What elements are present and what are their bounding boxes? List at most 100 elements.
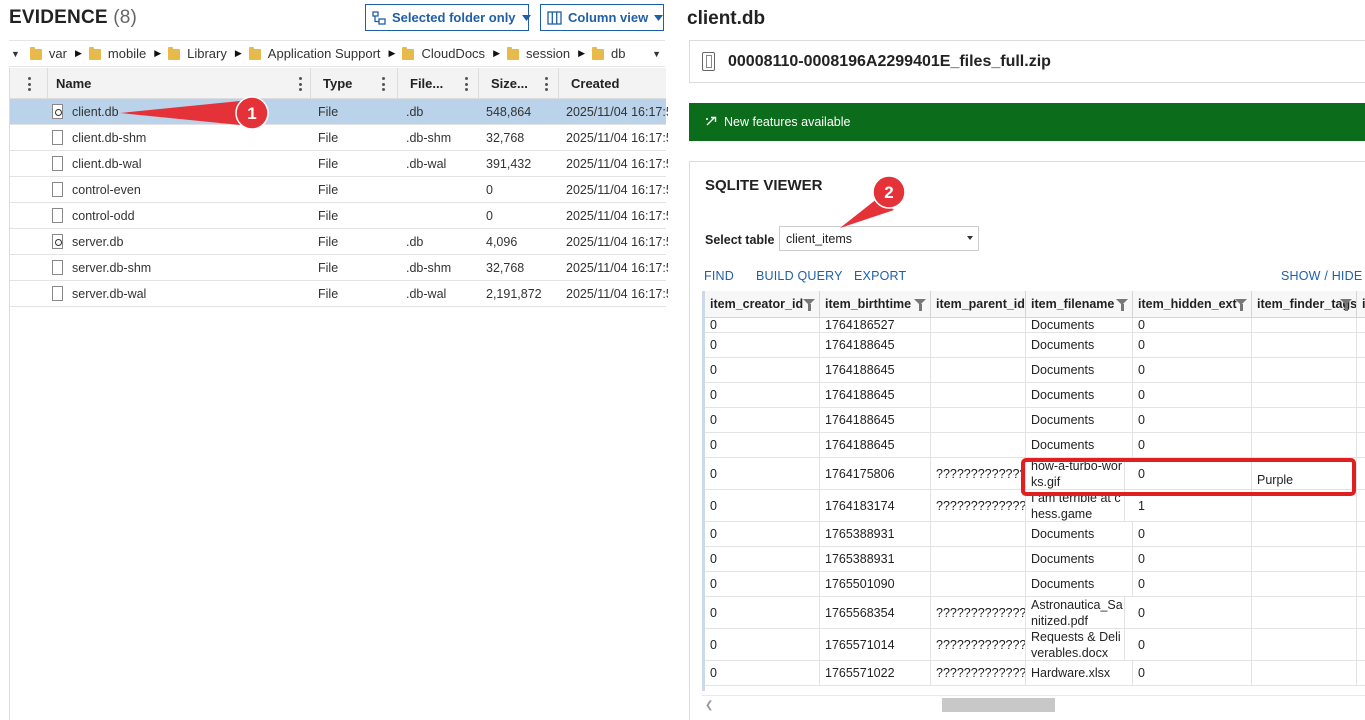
filter-icon[interactable] [803, 299, 815, 311]
grid-cell[interactable] [1252, 333, 1357, 357]
build-query-link[interactable]: BUILD QUERY [756, 269, 843, 283]
grid-cell-truncated[interactable] [1357, 358, 1365, 382]
filter-icon[interactable] [914, 299, 926, 311]
grid-cell[interactable]: Documents [1026, 358, 1133, 382]
grid-header-cell[interactable]: item_hidden_ext [1133, 291, 1252, 318]
grid-cell[interactable] [1252, 433, 1357, 457]
find-link[interactable]: FIND [704, 269, 734, 283]
grid-header-cell[interactable]: item_finder_tags [1252, 291, 1357, 318]
grid-cell[interactable]: 1764188645 [820, 408, 931, 432]
column-header-name[interactable]: Name [48, 68, 311, 99]
filter-icon[interactable] [1116, 299, 1128, 311]
file-row[interactable]: client.db File .db 548,864 2025/11/04 16:17:… [10, 99, 668, 125]
grid-cell[interactable]: Documents [1026, 433, 1133, 457]
grid-cell-truncated[interactable] [1357, 661, 1365, 685]
grid-cell-truncated[interactable] [1357, 318, 1365, 332]
grid-cell[interactable]: 1764188645 [820, 383, 931, 407]
grid-cell[interactable]: 0 [1133, 358, 1252, 382]
grid-cell[interactable]: 0 [705, 383, 820, 407]
column-header-created[interactable]: Created [559, 68, 666, 99]
scrollbar-thumb[interactable] [942, 698, 1055, 712]
grid-row[interactable]: 0 1764188645 Documents 0 [705, 408, 1365, 433]
file-row[interactable]: server.db-shm File .db-shm 32,768 2025/11/04… [10, 255, 668, 281]
breadcrumb-segment[interactable]: var [29, 46, 67, 61]
grid-cell[interactable]: 0 [1133, 629, 1252, 660]
more-vertical-icon[interactable] [27, 77, 31, 91]
grid-cell-truncated[interactable] [1357, 433, 1365, 457]
grid-cell-truncated[interactable] [1357, 458, 1365, 489]
grid-cell[interactable]: Documents [1026, 408, 1133, 432]
breadcrumb-more-icon[interactable]: ▼ [652, 49, 661, 59]
grid-cell[interactable]: 0 [1133, 547, 1252, 571]
grid-cell[interactable]: 0 [705, 318, 820, 332]
column-header-file-ext[interactable]: File... [398, 68, 479, 99]
breadcrumb-segment[interactable]: ▶ mobile [67, 46, 146, 61]
grid-row[interactable]: 01765571014????????????????Requests & De… [705, 629, 1365, 661]
grid-cell[interactable]: 1765388931 [820, 547, 931, 571]
grid-cell[interactable]: 1764183174 [820, 490, 931, 521]
grid-cell[interactable] [931, 358, 1026, 382]
grid-cell[interactable]: 0 [705, 522, 820, 546]
file-row[interactable]: control-odd File 0 2025/11/04 16:17:5 [10, 203, 668, 229]
grid-cell[interactable] [931, 572, 1026, 596]
file-row[interactable]: server.db File .db 4,096 2025/11/04 16:17:5 [10, 229, 668, 255]
grid-cell[interactable]: 0 [1133, 572, 1252, 596]
grid-cell[interactable]: 0 [705, 597, 820, 628]
grid-cell[interactable]: 0 [1133, 333, 1252, 357]
grid-cell[interactable]: 1764186527 [820, 318, 931, 332]
grid-cell[interactable]: 0 [705, 333, 820, 357]
filter-icon[interactable] [1340, 299, 1352, 311]
grid-cell[interactable]: Hardware.xlsx [1026, 661, 1133, 685]
grid-cell[interactable]: 0 [1133, 383, 1252, 407]
grid-cell-truncated[interactable] [1357, 383, 1365, 407]
grid-row[interactable]: 0 1764188645 Documents 0 [705, 333, 1365, 358]
new-features-banner[interactable]: New features available [689, 103, 1365, 141]
grid-cell[interactable]: 0 [705, 458, 820, 489]
grid-cell[interactable]: Documents [1026, 333, 1133, 357]
grid-cell[interactable] [931, 318, 1026, 332]
breadcrumb-segment[interactable]: ▶ Application Support [227, 46, 381, 61]
grid-cell[interactable]: ???????????????? [931, 458, 1026, 489]
grid-row[interactable]: 0 1765501090 Documents 0 [705, 572, 1365, 597]
export-link[interactable]: EXPORT [854, 269, 906, 283]
grid-cell[interactable] [1252, 572, 1357, 596]
grid-cell[interactable]: 1765568354 [820, 597, 931, 628]
grid-cell[interactable]: 1765501090 [820, 572, 931, 596]
grid-cell[interactable]: ???????????????? [931, 597, 1026, 628]
grid-header-cell[interactable]: i [1357, 291, 1365, 318]
grid-cell[interactable]: 0 [1133, 408, 1252, 432]
grid-header-cell[interactable]: item_birthtime [820, 291, 931, 318]
grid-row[interactable]: 0 1764186527 Documents 0 [705, 318, 1365, 333]
breadcrumb-expand-icon[interactable]: ▼ [11, 49, 20, 59]
grid-cell[interactable] [931, 333, 1026, 357]
grid-row[interactable]: 0 1765388931 Documents 0 [705, 522, 1365, 547]
grid-cell-truncated[interactable] [1357, 572, 1365, 596]
more-vertical-icon[interactable] [298, 77, 302, 91]
grid-header-cell[interactable]: item_creator_id [705, 291, 820, 318]
grid-cell[interactable]: Documents [1026, 572, 1133, 596]
grid-row[interactable]: 01765568354????????????????Astronautica_… [705, 597, 1365, 629]
file-row[interactable]: client.db-wal File .db-wal 391,432 2025/11/0… [10, 151, 668, 177]
grid-cell[interactable]: 0 [1133, 318, 1252, 332]
grid-cell[interactable]: 0 [1133, 597, 1252, 628]
more-vertical-icon[interactable] [381, 77, 385, 91]
grid-cell[interactable]: 0 [1133, 661, 1252, 685]
column-options-cell[interactable] [10, 68, 48, 99]
breadcrumb-segment[interactable]: ▶ CloudDocs [381, 46, 486, 61]
grid-cell[interactable] [1252, 383, 1357, 407]
grid-cell[interactable]: 1765388931 [820, 522, 931, 546]
grid-cell[interactable] [1252, 522, 1357, 546]
grid-cell[interactable] [931, 383, 1026, 407]
grid-cell[interactable]: 0 [705, 547, 820, 571]
column-header-size[interactable]: Size... [479, 68, 559, 99]
grid-cell[interactable]: Documents [1026, 383, 1133, 407]
grid-cell-truncated[interactable] [1357, 547, 1365, 571]
grid-cell[interactable] [1252, 358, 1357, 382]
grid-cell[interactable] [1252, 597, 1357, 628]
grid-cell-truncated[interactable] [1357, 629, 1365, 660]
scroll-left-icon[interactable]: ❮ [705, 700, 713, 711]
file-row[interactable]: client.db-shm File .db-shm 32,768 2025/11/04… [10, 125, 668, 151]
grid-row[interactable]: 0 1764188645 Documents 0 [705, 433, 1365, 458]
more-vertical-icon[interactable] [544, 77, 548, 91]
grid-header-cell[interactable]: item_parent_id [931, 291, 1026, 318]
